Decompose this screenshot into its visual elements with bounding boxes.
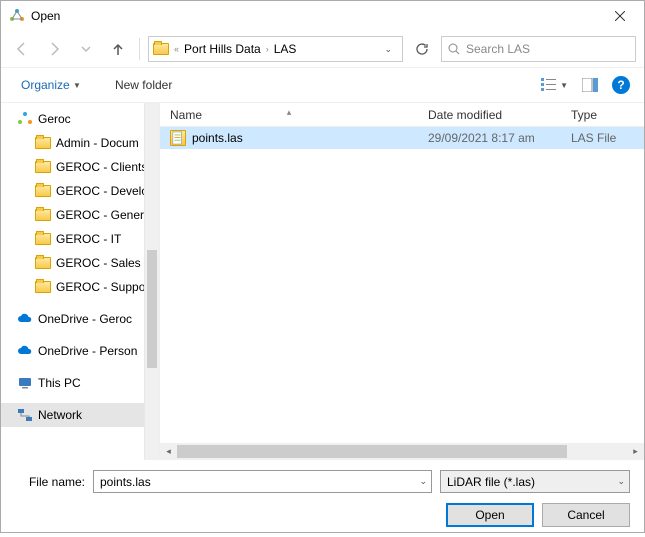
filetype-value: LiDAR file (*.las) [447,475,535,489]
file-date: 29/09/2021 8:17 am [418,131,561,145]
close-icon [615,11,625,21]
breadcrumb-root-sep: « [174,44,179,54]
arrow-right-icon [46,41,62,57]
window-title: Open [31,9,597,23]
tree-item[interactable]: OneDrive - Geroc [1,307,144,331]
scrollbar-track[interactable] [177,443,627,460]
toolbar: Organize ▼ New folder ▼ ? [1,67,644,103]
chevron-down-icon[interactable]: ⌄ [617,476,625,487]
tree-item-label: OneDrive - Geroc [38,312,132,326]
filetype-select[interactable]: LiDAR file (*.las) ⌄ [440,470,630,493]
help-button[interactable]: ? [612,76,630,94]
search-placeholder: Search LAS [466,42,530,56]
tree-item[interactable]: GEROC - Sales [1,251,144,275]
separator [139,38,140,60]
tree-item[interactable]: Network [1,403,144,427]
organize-label: Organize [21,78,70,92]
search-input[interactable]: Search LAS [441,36,636,62]
open-button[interactable]: Open [446,503,534,527]
tree-item[interactable]: GEROC - IT [1,227,144,251]
tree-item-label: GEROC - Suppor [56,280,144,294]
chevron-right-icon: › [266,44,269,54]
tree-item-label: OneDrive - Person [38,344,137,358]
chevron-down-icon [81,44,91,54]
tree-item[interactable]: This PC [1,371,144,395]
view-mode-button[interactable]: ▼ [535,74,574,96]
help-label: ? [617,78,624,92]
search-icon [448,43,460,55]
scrollbar-thumb[interactable] [147,250,157,368]
nav-bar: « Port Hills Data › LAS ⌄ Search LAS [1,31,644,67]
sort-asc-icon: ▴ [287,107,292,118]
preview-pane-button[interactable] [576,74,604,96]
scroll-right-icon[interactable]: ▸ [627,443,644,460]
new-folder-label: New folder [115,78,172,92]
file-name: points.las [192,131,243,145]
tree-item[interactable]: OneDrive - Person [1,339,144,363]
tree-item-label: This PC [38,376,81,390]
file-icon [170,130,186,146]
chevron-down-icon[interactable]: ⌄ [378,44,398,55]
scrollbar-thumb[interactable] [177,445,567,458]
organize-menu[interactable]: Organize ▼ [15,74,87,96]
breadcrumb-part[interactable]: LAS [274,42,297,56]
column-type[interactable]: Type [561,108,644,122]
tree-item[interactable]: GEROC - Suppor [1,275,144,299]
filename-value: points.las [100,475,151,489]
filename-input[interactable]: points.las ⌄ [93,470,432,493]
chevron-down-icon: ▼ [560,81,568,90]
tree-item-label: GEROC - Sales [56,256,141,270]
footer: File name: points.las ⌄ LiDAR file (*.la… [1,460,644,537]
chevron-down-icon: ▼ [73,81,81,90]
refresh-icon [415,42,429,56]
arrow-up-icon [110,41,126,57]
column-date[interactable]: Date modified [418,108,561,122]
details-view-icon [541,78,557,92]
chevron-down-icon[interactable]: ⌄ [419,476,427,487]
recent-dropdown[interactable] [73,36,99,62]
tree-item-label: Admin - Docum [56,136,139,150]
preview-pane-icon [582,78,598,92]
refresh-button[interactable] [409,36,435,62]
up-button[interactable] [105,36,131,62]
file-list[interactable]: points.las 29/09/2021 8:17 amLAS File [160,127,644,443]
file-type: LAS File [561,131,644,145]
main-area: Geroc Admin - Docum GEROC - Clients GEROC -… [1,103,644,460]
breadcrumb[interactable]: « Port Hills Data › LAS ⌄ [148,36,403,62]
file-row[interactable]: points.las 29/09/2021 8:17 amLAS File [160,127,644,149]
title-bar: Open [1,1,644,31]
close-button[interactable] [597,1,642,31]
column-name[interactable]: Name▴ [160,108,418,122]
scroll-left-icon[interactable]: ◂ [160,443,177,460]
tree-item[interactable]: GEROC - Develo [1,179,144,203]
tree-item-label: Geroc [38,112,71,126]
tree-item[interactable]: Admin - Docum [1,131,144,155]
breadcrumb-part[interactable]: Port Hills Data [184,42,261,56]
arrow-left-icon [14,41,30,57]
tree-item-label: GEROC - IT [56,232,121,246]
tree-item[interactable]: GEROC - Genera [1,203,144,227]
tree-item[interactable]: GEROC - Clients [1,155,144,179]
tree-item-label: GEROC - Develo [56,184,144,198]
tree-item-label: Network [38,408,82,422]
folder-icon [153,43,169,55]
tree-item-label: GEROC - Genera [56,208,144,222]
tree-item-label: GEROC - Clients [56,160,144,174]
horizontal-scrollbar[interactable]: ◂ ▸ [160,443,644,460]
sidebar-scrollbar[interactable] [144,103,159,460]
filename-label: File name: [15,475,85,489]
file-list-panel: Name▴ Date modified Type points.las 29/09… [159,103,644,460]
column-header: Name▴ Date modified Type [160,103,644,127]
forward-button[interactable] [41,36,67,62]
back-button[interactable] [9,36,35,62]
tree-item[interactable]: Geroc [1,107,144,131]
new-folder-button[interactable]: New folder [109,74,178,96]
cancel-button[interactable]: Cancel [542,503,630,527]
app-icon [9,8,25,24]
nav-tree: Geroc Admin - Docum GEROC - Clients GEROC -… [1,103,144,460]
